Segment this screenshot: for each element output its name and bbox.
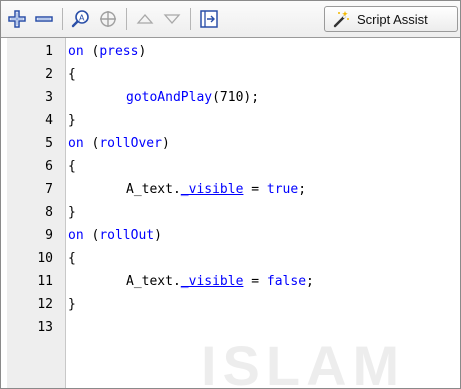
actions-panel: A Script Assist ISLAM 1 on (press) 2 {3… [0, 0, 461, 389]
code-text: on (rollOver) [68, 136, 170, 151]
code-text: A_text._visible = true; [126, 182, 307, 197]
svg-text:A: A [79, 14, 85, 23]
code-line[interactable]: 6 { [1, 155, 460, 178]
toolbar-separator [126, 8, 127, 30]
code-line[interactable]: 11 A_text._visible = false; [1, 270, 460, 293]
code-text: A_text._visible = false; [126, 274, 314, 289]
code-text: { [68, 67, 76, 82]
line-number: 7 [45, 182, 53, 197]
move-up-icon [136, 14, 154, 24]
add-statement-icon [8, 10, 26, 28]
check-syntax-icon [200, 10, 218, 28]
line-number: 10 [37, 251, 53, 266]
line-number: 3 [45, 90, 53, 105]
code-line[interactable]: 3 gotoAndPlay(710); [1, 86, 460, 109]
line-number: 1 [45, 44, 53, 59]
find-icon: A [71, 10, 89, 28]
toolbar-separator [62, 8, 63, 30]
check-syntax-button[interactable] [197, 7, 221, 31]
actions-toolbar: A Script Assist [1, 1, 460, 38]
code-text: } [68, 113, 76, 128]
code-text: on (press) [68, 44, 147, 59]
line-number: 8 [45, 205, 53, 220]
move-down-button[interactable] [160, 7, 184, 31]
watermark: ISLAM [201, 334, 406, 389]
insert-target-path-button[interactable] [96, 7, 120, 31]
insert-target-icon [100, 11, 116, 27]
code-line[interactable]: 12 } [1, 293, 460, 316]
toolbar-separator [190, 8, 191, 30]
code-line[interactable]: 10 { [1, 247, 460, 270]
line-number: 6 [45, 159, 53, 174]
line-number: 12 [37, 297, 53, 312]
code-line[interactable]: 2 { [1, 63, 460, 86]
line-number: 13 [37, 320, 53, 335]
code-text: gotoAndPlay(710); [126, 90, 260, 105]
code-text: { [68, 251, 76, 266]
script-assist-label: Script Assist [357, 11, 428, 27]
code-text: on (rollOut) [68, 228, 162, 243]
line-number: 4 [45, 113, 53, 128]
magic-wand-icon [333, 11, 349, 28]
move-down-icon [163, 14, 181, 24]
line-number: 5 [45, 136, 53, 151]
code-line[interactable]: 8 } [1, 201, 460, 224]
code-line[interactable]: 13 [1, 316, 460, 339]
delete-statement-button[interactable] [32, 7, 56, 31]
line-number: 2 [45, 67, 53, 82]
code-line[interactable]: 7 A_text._visible = true; [1, 178, 460, 201]
code-text: } [68, 205, 76, 220]
script-assist-button[interactable]: Script Assist [324, 6, 458, 32]
move-up-button[interactable] [133, 7, 157, 31]
delete-statement-icon [35, 16, 53, 22]
line-number: 11 [37, 274, 53, 289]
add-statement-button[interactable] [5, 7, 29, 31]
code-line[interactable]: 5 on (rollOver) [1, 132, 460, 155]
code-text: } [68, 297, 76, 312]
find-button[interactable]: A [69, 7, 93, 31]
script-editor[interactable]: ISLAM 1 on (press) 2 { 3 gotoAndPlay(710… [1, 38, 460, 388]
code-line[interactable]: 9 on (rollOut) [1, 224, 460, 247]
code-text: { [68, 159, 76, 174]
line-number: 9 [45, 228, 53, 243]
code-line[interactable]: 1 on (press) [1, 40, 460, 63]
code-line[interactable]: 4 } [1, 109, 460, 132]
